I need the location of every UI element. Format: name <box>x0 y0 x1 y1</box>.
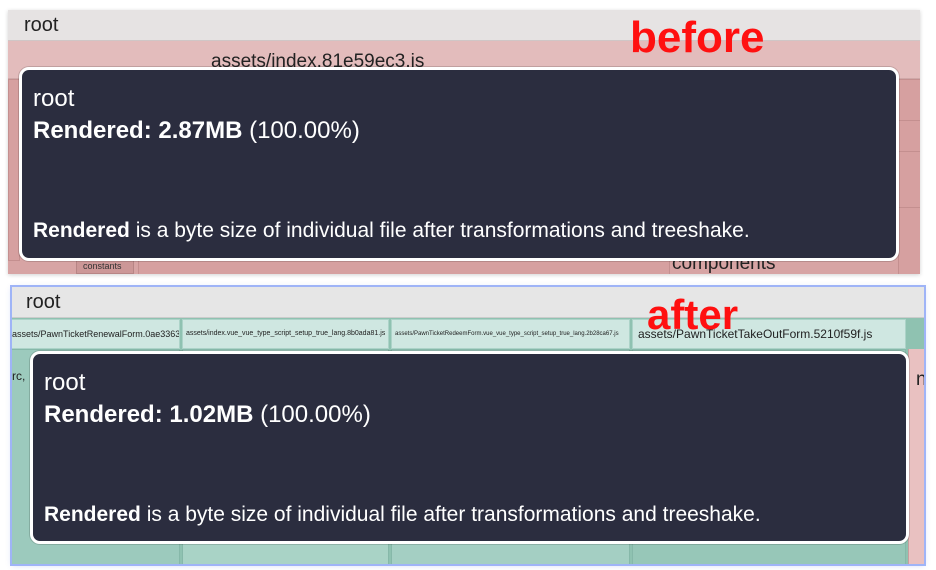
asset-node-label: assets/PawnTicketRenewalForm.0ae3363d.js <box>12 329 180 339</box>
fragment-label: n <box>916 369 924 390</box>
treemap-tile[interactable] <box>898 207 920 274</box>
before-tooltip: root Rendered: 2.87MB (100.00%) Rendered… <box>19 67 899 261</box>
asset-node-label: assets/index.vue_vue_type_script_setup_t… <box>186 330 386 337</box>
description-text: is a byte size of individual file after … <box>129 219 750 242</box>
rendered-size-percent: (100.00%) <box>260 401 371 428</box>
asset-node-redeem-form[interactable]: assets/PawnTicketRedeemForm.vue_vue_type… <box>391 319 630 349</box>
treemap-tile[interactable] <box>898 79 920 121</box>
tooltip-rendered-size: Rendered: 2.87MB (100.00%) <box>33 117 360 145</box>
treemap-tile[interactable] <box>898 151 920 208</box>
rendered-size-label: Rendered: <box>33 117 152 144</box>
tooltip-title: root <box>44 369 86 396</box>
treemap-tile[interactable] <box>898 120 920 152</box>
rendered-size-label: Rendered: <box>44 401 163 428</box>
treemap-tile[interactable] <box>138 259 670 274</box>
description-text: is a byte size of individual file after … <box>140 503 761 526</box>
asset-node-renewal-form[interactable]: assets/PawnTicketRenewalForm.0ae3363d.js <box>12 319 180 349</box>
root-node-label: root <box>24 14 59 36</box>
description-bold: Rendered <box>33 219 130 242</box>
rendered-size-value: 1.02MB <box>169 401 254 428</box>
description-bold: Rendered <box>44 503 141 526</box>
root-node[interactable]: root <box>8 10 920 41</box>
constants-node[interactable]: constants <box>76 259 134 274</box>
tooltip-description: Rendered is a byte size of individual fi… <box>44 503 761 527</box>
after-label: after <box>647 291 739 338</box>
rendered-size-percent: (100.00%) <box>249 117 360 144</box>
rendered-size-value: 2.87MB <box>158 117 243 144</box>
before-label: before <box>630 13 765 62</box>
tooltip-description: Rendered is a byte size of individual fi… <box>33 219 750 243</box>
tooltip-rendered-size: Rendered: 1.02MB (100.00%) <box>44 401 371 429</box>
root-node[interactable]: root <box>12 287 924 318</box>
asset-node-label: assets/PawnTicketRedeemForm.vue_vue_type… <box>395 331 619 337</box>
root-node-label: root <box>26 291 61 313</box>
tooltip-title: root <box>33 85 75 112</box>
constants-node-label: constants <box>83 261 122 271</box>
asset-node-index-vue[interactable]: assets/index.vue_vue_type_script_setup_t… <box>182 319 389 349</box>
after-tooltip: root Rendered: 1.02MB (100.00%) Rendered… <box>30 351 909 544</box>
fragment-label: rc, <box>12 369 26 383</box>
